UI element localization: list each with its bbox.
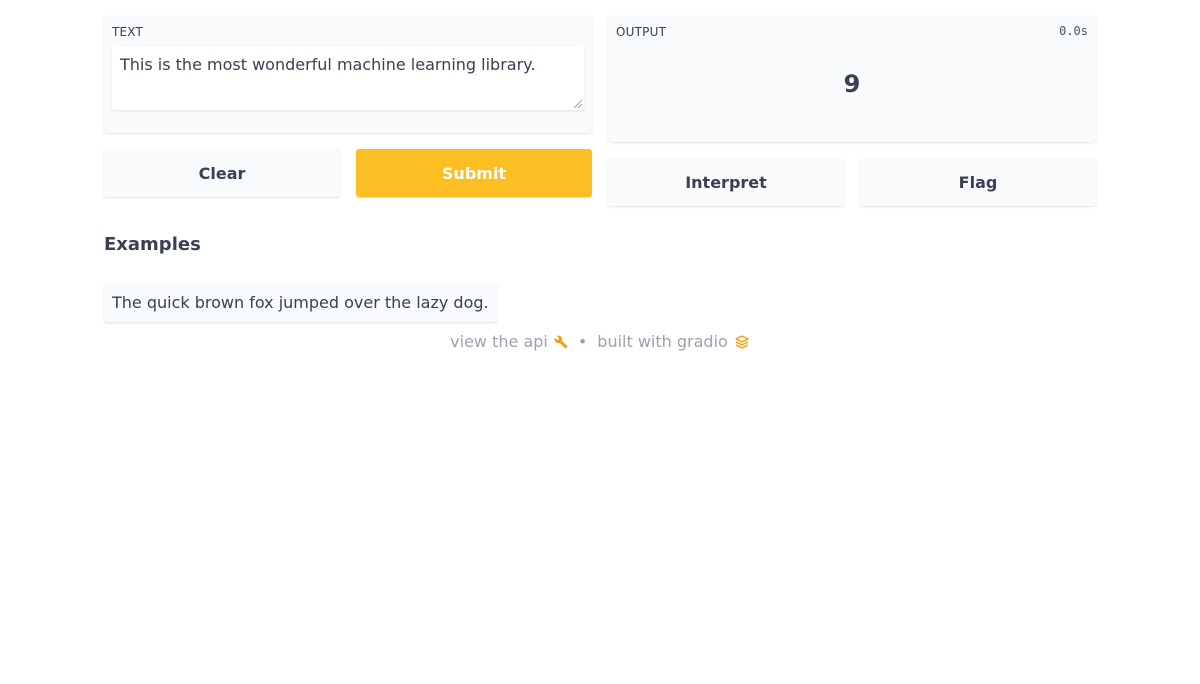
wrench-icon (554, 335, 568, 348)
input-panel: TEXT This is the most wonderful machine … (104, 16, 592, 133)
text-input[interactable]: This is the most wonderful machine learn… (112, 46, 584, 110)
clear-button[interactable]: Clear (104, 149, 340, 197)
text-input-value: This is the most wonderful machine learn… (120, 55, 536, 74)
submit-button[interactable]: Submit (356, 149, 592, 197)
flag-button[interactable]: Flag (860, 158, 1096, 206)
output-timer: 0.0s (1059, 24, 1088, 38)
example-item[interactable]: The quick brown fox jumped over the lazy… (104, 283, 497, 322)
examples-heading: Examples (104, 234, 201, 255)
input-label: TEXT (112, 25, 144, 39)
view-api-label: view the api (450, 332, 548, 351)
resize-grip-icon[interactable] (574, 100, 582, 108)
footer-separator: • (577, 332, 588, 351)
footer: view the api • built with gradio (0, 332, 1200, 351)
interpret-button[interactable]: Interpret (608, 158, 844, 206)
output-label: OUTPUT (616, 25, 667, 39)
view-api-link[interactable]: view the api (450, 332, 568, 351)
output-value: 9 (843, 70, 861, 98)
output-panel: OUTPUT 0.0s 9 (608, 16, 1096, 142)
gradio-logo-icon (735, 334, 749, 349)
gradio-label: built with gradio (597, 332, 728, 351)
gradio-link[interactable]: built with gradio (597, 332, 750, 351)
